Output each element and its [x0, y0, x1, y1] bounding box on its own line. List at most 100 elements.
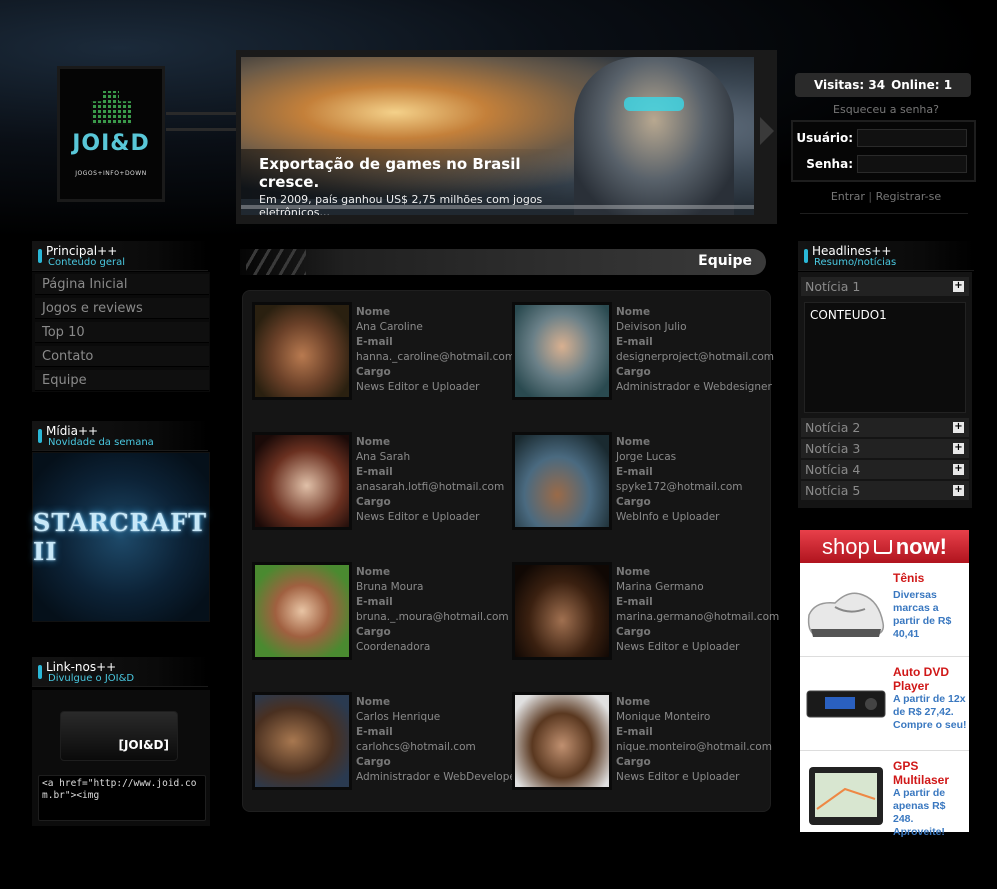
member-info: Nome Monique Monteiro E-mail nique.monteiro…: [616, 695, 772, 785]
news-item-1[interactable]: Notícia 1 +: [801, 277, 969, 296]
expand-icon[interactable]: +: [953, 485, 964, 496]
register-link[interactable]: Registrar-se: [876, 190, 942, 203]
member-info: Nome Carlos Henrique E-mail carlohcs@hotmai…: [356, 695, 520, 785]
member-name: Marina Germano: [616, 581, 704, 593]
header-marker: [804, 249, 808, 263]
featured-banner[interactable]: Exportação de games no Brasil cresce. Em…: [241, 57, 754, 215]
member-info: Nome Ana Sarah E-mail anasarah.lotfi@hotmai…: [356, 435, 504, 525]
team-member-card: Nome Monique Monteiro E-mail nique.monteiro…: [512, 692, 772, 792]
midia-title: Mídia++: [46, 424, 99, 438]
news-item-label: Notícia 1: [805, 279, 861, 294]
member-photo: [252, 302, 352, 400]
news-item-label: Notícia 3: [805, 441, 861, 456]
menu-item-home[interactable]: Página Inicial: [35, 274, 209, 295]
news-item-4[interactable]: Notícia 4 +: [801, 460, 969, 479]
member-email[interactable]: spyke172@hotmail.com: [616, 480, 743, 495]
member-email[interactable]: bruna._.moura@hotmail.com: [356, 610, 509, 625]
link-separator: |: [868, 190, 873, 203]
equipe-header: Equipe: [240, 249, 766, 275]
member-email[interactable]: marina.germano@hotmail.com: [616, 610, 779, 625]
forgot-password-link[interactable]: Esqueceu a senha?: [795, 103, 977, 116]
banner-subtitle: Em 2009, país ganhou US$ 2,75 milhões co…: [259, 193, 543, 215]
member-name-label: Nome: [616, 696, 651, 708]
principal-subtitle: Conteúdo geral: [48, 257, 126, 268]
member-email[interactable]: nique.monteiro@hotmail.com: [616, 740, 772, 755]
member-name-label: Nome: [616, 306, 651, 318]
car-stereo-icon: [806, 690, 886, 718]
menu-item-top10[interactable]: Top 10: [35, 322, 209, 343]
team-member-card: Nome Ana Caroline E-mail hanna._caroline@ho…: [252, 302, 515, 402]
member-name-label: Nome: [356, 436, 391, 448]
logo-tagline: JOGOS+INFO+DOWN: [75, 170, 147, 177]
site-logo[interactable]: JOI&D JOGOS+INFO+DOWN: [57, 66, 165, 202]
shop-item-tenis[interactable]: Tênis Diversas marcas a partir de R$ 40,…: [800, 563, 969, 657]
member-photo: [252, 432, 352, 530]
team-member-card: Nome Carlos Henrique E-mail carlohcs@hotmai…: [252, 692, 520, 792]
news-item-label: Notícia 2: [805, 420, 861, 435]
news-item-3[interactable]: Notícia 3 +: [801, 439, 969, 458]
header-marker: [38, 429, 42, 443]
midia-subtitle: Novidade da semana: [48, 437, 154, 448]
member-role: News Editor e Uploader: [616, 771, 740, 783]
expand-icon[interactable]: +: [953, 422, 964, 433]
banner-next-arrow-icon[interactable]: [760, 117, 774, 145]
member-email-label: E-mail: [356, 726, 393, 738]
menu-item-games[interactable]: Jogos e reviews: [35, 298, 209, 319]
shop-header[interactable]: shop now!: [800, 530, 969, 563]
member-name: Ana Caroline: [356, 321, 423, 333]
member-name: Monique Monteiro: [616, 711, 711, 723]
shop-item-gps[interactable]: GPS Multilaser A partir de apenas R$ 248…: [800, 751, 969, 845]
team-member-card: Nome Marina Germano E-mail marina.germano@h…: [512, 562, 779, 662]
member-email-label: E-mail: [616, 726, 653, 738]
connector-line: [166, 112, 236, 115]
logo-name: JOI&D: [72, 131, 150, 156]
member-role-label: Cargo: [356, 756, 391, 768]
menu-item-contact[interactable]: Contato: [35, 346, 209, 367]
member-role-label: Cargo: [616, 496, 651, 508]
member-role-label: Cargo: [616, 756, 651, 768]
banner-title[interactable]: Exportação de games no Brasil cresce.: [259, 155, 553, 191]
banner-visor-glow: [624, 97, 684, 111]
member-info: Nome Bruna Moura E-mail bruna._.moura@hotma…: [356, 565, 509, 655]
expand-icon[interactable]: +: [953, 443, 964, 454]
member-role: Coordenadora: [356, 641, 431, 653]
sneaker-icon: [807, 592, 885, 637]
member-email[interactable]: designerproject@hotmail.com: [616, 350, 774, 365]
news-item-5[interactable]: Notícia 5 +: [801, 481, 969, 500]
member-email[interactable]: anasarah.lotfi@hotmail.com: [356, 480, 504, 495]
member-photo: [252, 692, 352, 790]
password-input[interactable]: [857, 155, 967, 173]
expand-icon[interactable]: +: [953, 281, 964, 292]
visits-count: Visitas: 34: [813, 78, 886, 92]
member-name-label: Nome: [616, 566, 651, 578]
shop-item-dvd[interactable]: Auto DVD Player A partir de 12x de R$ 27…: [800, 657, 969, 751]
member-email[interactable]: carlohcs@hotmail.com: [356, 740, 520, 755]
news-item-2[interactable]: Notícia 2 +: [801, 418, 969, 437]
member-role-label: Cargo: [616, 626, 651, 638]
headlines-subtitle: Resumo/notícias: [814, 257, 897, 268]
member-photo: [512, 302, 612, 400]
link-code-textarea[interactable]: <a href="http://www.joid.com.br"><img: [38, 775, 206, 821]
menu-item-team[interactable]: Equipe: [35, 370, 209, 391]
news-content: CONTEUDO1: [804, 302, 966, 413]
login-form: Usuário: Senha:: [791, 120, 976, 182]
midia-featured-image[interactable]: STARCRAFT II: [32, 452, 210, 622]
password-label: Senha:: [806, 157, 853, 171]
site-banner-button[interactable]: [JOI&D]: [60, 711, 178, 761]
expand-icon[interactable]: +: [953, 464, 964, 475]
connector-line: [166, 128, 236, 131]
principal-header: Principal++ Conteúdo geral: [32, 241, 208, 271]
header-marker: [38, 249, 42, 263]
member-email[interactable]: hanna._caroline@hotmail.com: [356, 350, 515, 365]
member-role-label: Cargo: [616, 366, 651, 378]
shop-item-name: Auto DVD Player: [893, 665, 949, 693]
principal-title: Principal++: [46, 244, 118, 258]
shop-item-desc: A partir de apenas R$ 248. Aproveite!: [893, 787, 946, 838]
member-email-label: E-mail: [356, 466, 393, 478]
member-email-label: E-mail: [356, 336, 393, 348]
username-input[interactable]: [857, 129, 967, 147]
member-role: News Editor e Uploader: [356, 511, 480, 523]
team-member-card: Nome Jorge Lucas E-mail spyke172@hotmail.co…: [512, 432, 772, 532]
enter-link[interactable]: Entrar: [831, 190, 865, 203]
member-role: Administrador e Webdesigner: [616, 381, 772, 393]
